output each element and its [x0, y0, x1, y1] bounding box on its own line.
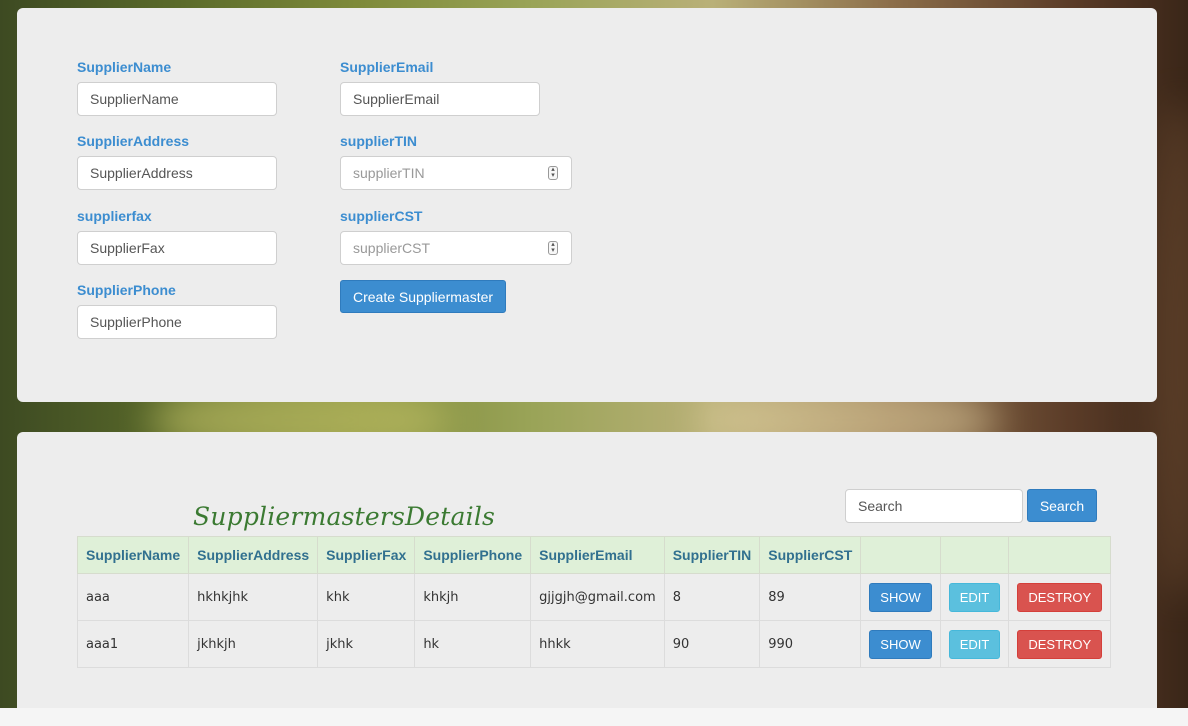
column-header: SupplierCST	[759, 536, 862, 574]
search-button[interactable]: Search	[1027, 489, 1097, 522]
page-footer-strip	[0, 708, 1188, 726]
destroy-button[interactable]: DESTROY	[1017, 582, 1103, 612]
table-cell: 89	[759, 573, 862, 621]
create-suppliermaster-button[interactable]: Create Suppliermaster	[340, 280, 506, 313]
table-cell: jkhkjh	[188, 620, 319, 668]
table-cell: 90	[663, 620, 761, 668]
table-cell: khk	[317, 573, 416, 621]
column-header	[1008, 536, 1112, 574]
supplier-phone-input[interactable]	[77, 305, 277, 339]
column-header: SupplierPhone	[414, 536, 532, 574]
search-input[interactable]	[845, 489, 1023, 523]
action-cell: EDIT	[939, 573, 1010, 621]
show-button[interactable]: SHOW	[869, 582, 932, 612]
column-header	[860, 536, 941, 574]
table-row: aaa hkhkjhk khk khkjh gjjgjh@gmail.com 8…	[76, 573, 1112, 621]
column-header: SupplierEmail	[530, 536, 665, 574]
table-cell: gjjgjh@gmail.com	[530, 573, 665, 621]
table-cell: hk	[414, 620, 532, 668]
supplier-tin-label: supplierTIN	[340, 133, 418, 149]
supplier-name-input[interactable]	[77, 82, 277, 116]
table-cell: aaa1	[76, 620, 190, 668]
column-header	[939, 536, 1010, 574]
supplier-fax-label: supplierfax	[77, 208, 152, 224]
column-header: SupplierAddress	[188, 536, 319, 574]
table-cell: khkjh	[414, 573, 532, 621]
column-header: SupplierTIN	[663, 536, 761, 574]
supplier-email-input[interactable]	[340, 82, 540, 116]
table-cell: aaa	[76, 573, 190, 621]
supplier-name-label: SupplierName	[77, 59, 172, 75]
action-cell: SHOW	[860, 573, 941, 621]
table-cell: hkhkjhk	[188, 573, 319, 621]
table-cell: 990	[759, 620, 862, 668]
table-header-row: SupplierName SupplierAddress SupplierFax…	[76, 536, 1112, 574]
supplier-fax-input[interactable]	[77, 231, 277, 265]
table-cell: 8	[663, 573, 761, 621]
destroy-button[interactable]: DESTROY	[1017, 629, 1103, 659]
edit-button[interactable]: EDIT	[948, 629, 1001, 659]
column-header: SupplierName	[76, 536, 190, 574]
table-cell: jkhk	[317, 620, 416, 668]
action-cell: DESTROY	[1008, 573, 1112, 621]
table-row: aaa1 jkhkjh jkhk hk hhkk 90 990 SHOW EDI…	[76, 620, 1112, 668]
supplier-address-input[interactable]	[77, 156, 277, 190]
show-button[interactable]: SHOW	[869, 629, 932, 659]
supplier-phone-label: SupplierPhone	[77, 282, 176, 298]
spinner-arrows-icon[interactable]: ▴ ▾	[548, 166, 558, 180]
supplier-cst-input[interactable]	[340, 231, 572, 265]
column-header: SupplierFax	[317, 536, 416, 574]
supplier-form-panel: SupplierName SupplierAddress supplierfax…	[17, 8, 1157, 402]
table-title: SuppliermastersDetails	[193, 502, 496, 531]
action-cell: EDIT	[939, 620, 1010, 668]
suppliers-table-panel: Search SuppliermastersDetails SupplierNa…	[17, 432, 1157, 722]
supplier-cst-label: supplierCST	[340, 208, 423, 224]
supplier-tin-input[interactable]	[340, 156, 572, 190]
spinner-arrows-icon[interactable]: ▴ ▾	[548, 241, 558, 255]
supplier-email-label: SupplierEmail	[340, 59, 434, 75]
edit-button[interactable]: EDIT	[948, 582, 1001, 612]
supplier-address-label: SupplierAddress	[77, 133, 190, 149]
action-cell: DESTROY	[1008, 620, 1112, 668]
action-cell: SHOW	[860, 620, 941, 668]
table-cell: hhkk	[530, 620, 665, 668]
suppliers-table: SupplierName SupplierAddress SupplierFax…	[76, 536, 1112, 668]
